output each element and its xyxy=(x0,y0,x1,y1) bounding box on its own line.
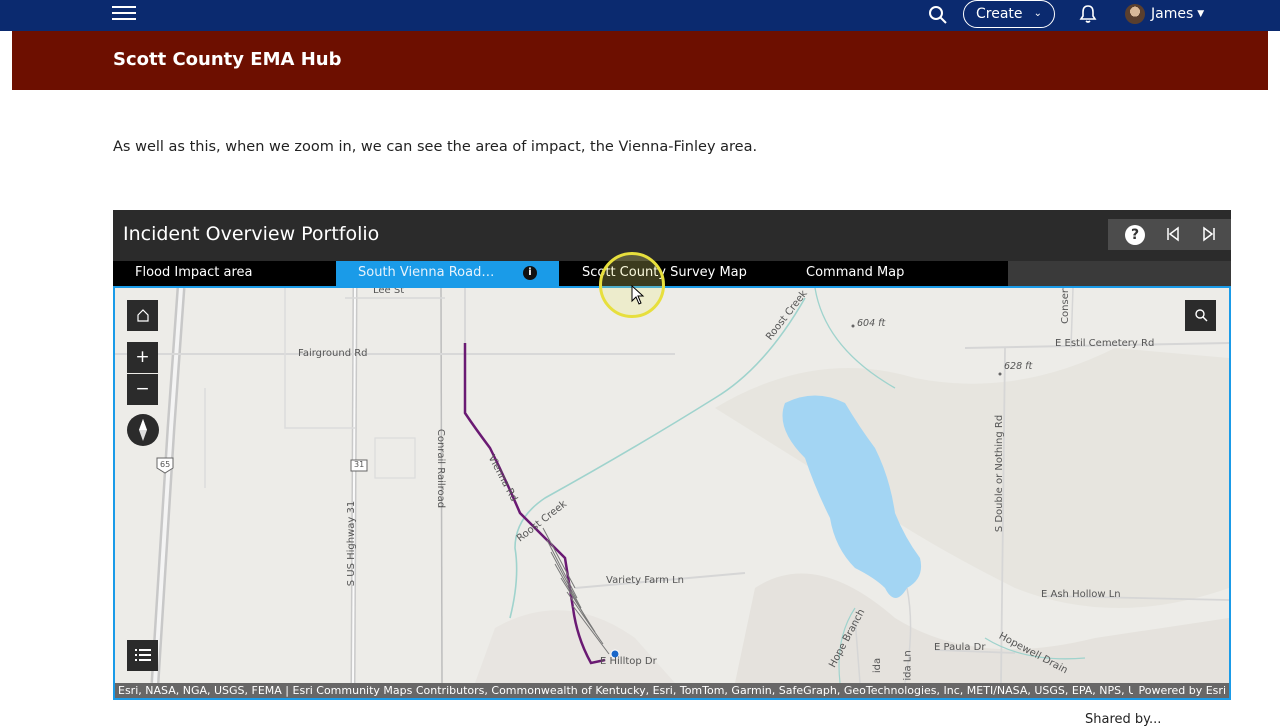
tab-command-map[interactable]: Command Map xyxy=(784,261,1007,286)
map-label: 604 ft xyxy=(857,318,886,329)
map-label: Conserv xyxy=(1059,286,1071,324)
bell-icon[interactable] xyxy=(1078,4,1098,24)
search-icon[interactable] xyxy=(1185,300,1216,331)
map-label: 628 ft xyxy=(1004,361,1033,372)
help-icon[interactable]: ? xyxy=(1125,225,1145,245)
tab-label: South Vienna Road… xyxy=(358,265,495,280)
map-view[interactable]: Lee St Fairground Rd Roost Creek 604 ft … xyxy=(113,286,1231,700)
powered-by-esri[interactable]: Powered by Esri xyxy=(1138,683,1226,698)
top-navigation-bar: Create ⌄ James ▼ xyxy=(0,0,1280,31)
zoom-out-icon[interactable]: − xyxy=(127,374,158,405)
map-label: S Double or Nothing Rd xyxy=(994,414,1006,533)
previous-icon[interactable] xyxy=(1165,226,1181,242)
create-button-label: Create xyxy=(976,6,1023,22)
tab-flood-impact-area[interactable]: Flood Impact area xyxy=(113,261,336,286)
basemap xyxy=(115,288,1229,684)
map-label: S US Highway 31 xyxy=(346,500,358,587)
info-icon[interactable]: i xyxy=(523,266,537,280)
tab-south-vienna-road[interactable]: South Vienna Road… i xyxy=(336,261,559,286)
map-label: Fairground Rd xyxy=(298,348,368,359)
portfolio-header: Incident Overview Portfolio ? xyxy=(113,210,1231,261)
map-label: 31 xyxy=(354,460,365,469)
create-button[interactable]: Create ⌄ xyxy=(963,0,1055,28)
site-header: Scott County EMA Hub xyxy=(12,31,1268,90)
zoom-in-icon[interactable]: + xyxy=(127,342,158,373)
attribution-text: Esri, NASA, NGA, USGS, FEMA | Esri Commu… xyxy=(118,684,1133,697)
next-icon[interactable] xyxy=(1201,226,1217,242)
tab-label: Flood Impact area xyxy=(135,265,253,280)
mouse-cursor-icon xyxy=(631,285,645,305)
tab-scott-county-survey-map[interactable]: Scott County Survey Map xyxy=(560,261,783,286)
user-menu[interactable]: James ▼ xyxy=(1125,2,1204,26)
tabs-filler xyxy=(1008,261,1231,286)
menu-icon[interactable] xyxy=(112,3,136,25)
story-portfolio: Incident Overview Portfolio ? Flood Impa… xyxy=(113,210,1231,700)
map-label: Variety Farm Ln xyxy=(606,575,684,586)
portfolio-tabs: Flood Impact area South Vienna Road… i S… xyxy=(113,261,1231,286)
compass-icon[interactable] xyxy=(127,414,159,446)
map-label: E Ash Hollow Ln xyxy=(1041,589,1121,600)
legend-icon[interactable] xyxy=(127,640,158,671)
user-name: James xyxy=(1151,6,1194,22)
map-label: E Hilltop Dr xyxy=(600,656,657,667)
map-attribution: Esri, NASA, NGA, USGS, FEMA | Esri Commu… xyxy=(115,683,1229,698)
map-label: 65 xyxy=(160,460,171,469)
map-label: Lee St xyxy=(373,286,405,296)
search-icon[interactable] xyxy=(928,5,948,25)
map-label: E Paula Dr xyxy=(934,642,986,653)
tab-label: Command Map xyxy=(806,265,905,280)
map-label: ida xyxy=(872,657,884,674)
avatar xyxy=(1125,4,1145,24)
site-title[interactable]: Scott County EMA Hub xyxy=(113,49,341,70)
caret-down-icon: ▼ xyxy=(1197,9,1205,19)
left-margin xyxy=(0,0,12,720)
map-label: ida Ln xyxy=(902,650,914,681)
portfolio-controls: ? xyxy=(1108,219,1231,250)
portfolio-title: Incident Overview Portfolio xyxy=(123,223,380,245)
map-label: E Estil Cemetery Rd xyxy=(1055,338,1155,349)
map-label: Conrail Railroad xyxy=(435,428,447,509)
chevron-down-icon: ⌄ xyxy=(1033,8,1042,19)
home-icon[interactable] xyxy=(127,300,158,331)
intro-paragraph: As well as this, when we zoom in, we can… xyxy=(113,139,758,155)
